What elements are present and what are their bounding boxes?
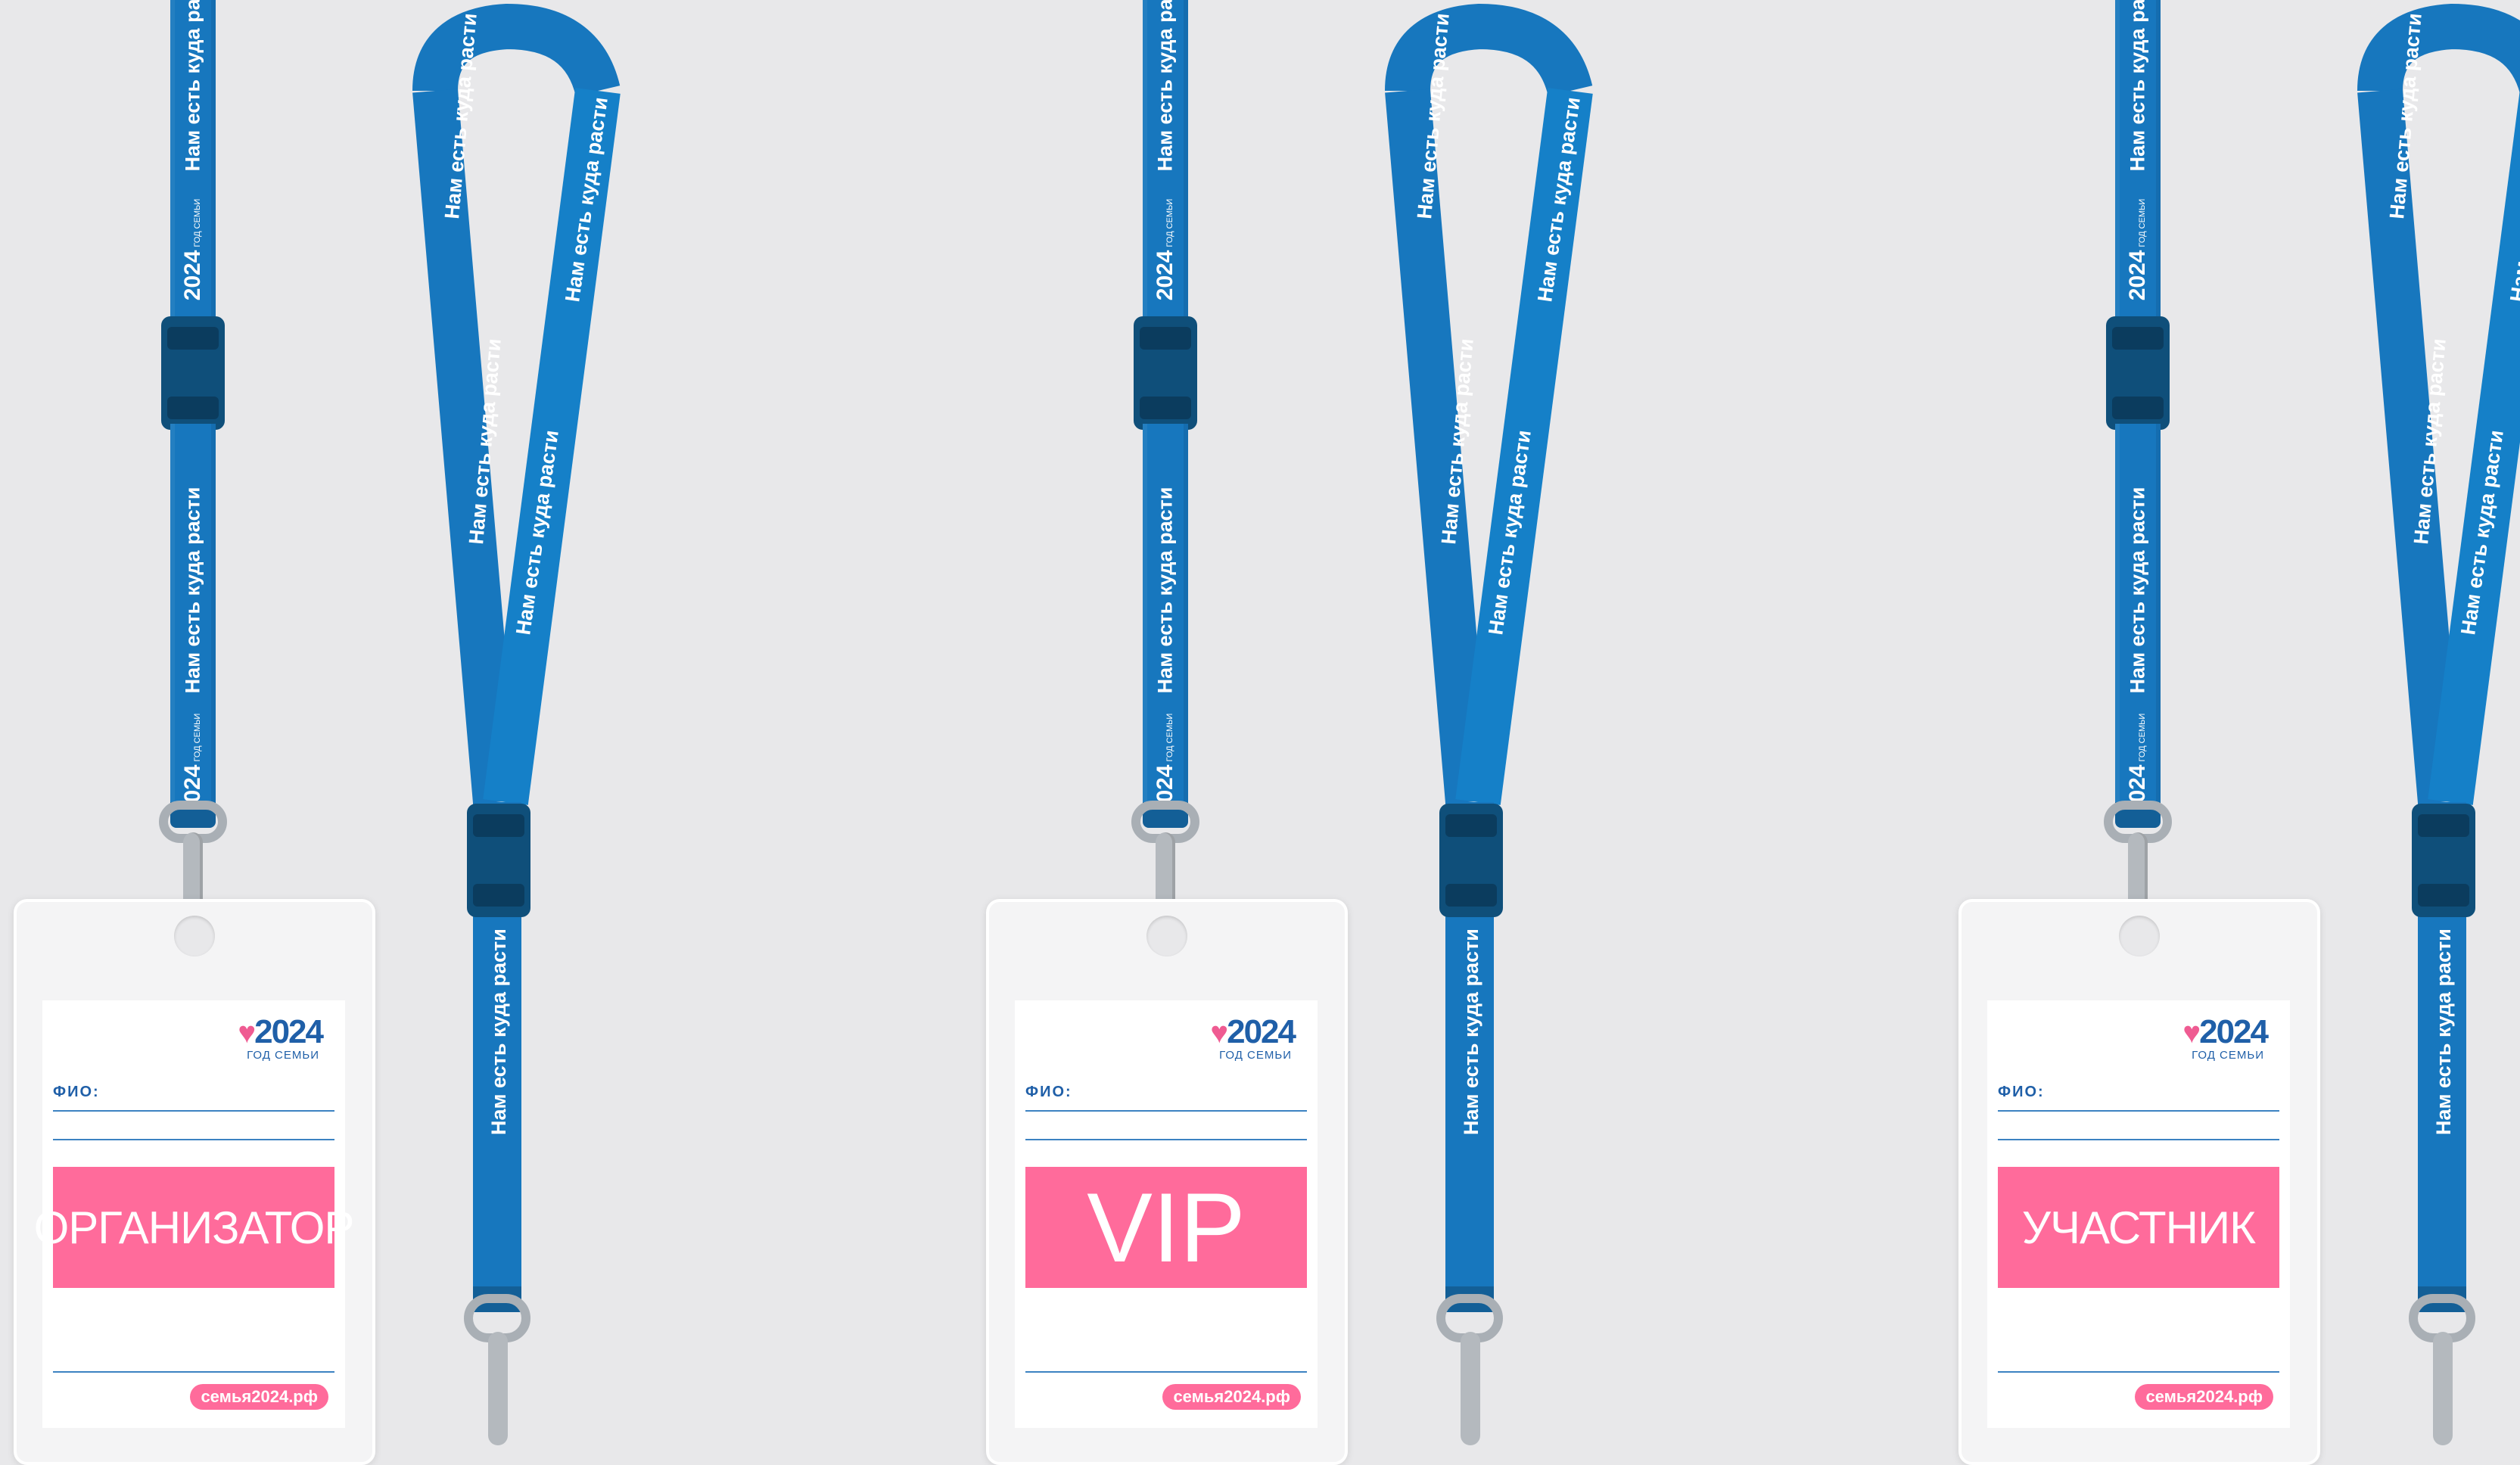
logo-year: 2024 (254, 1013, 324, 1050)
site-pill: семья2024.рф (1162, 1384, 1301, 1410)
site-pill: семья2024.рф (2135, 1384, 2273, 1410)
name-line (1025, 1139, 1307, 1140)
logo-year: 2024 (1227, 1013, 1296, 1050)
footer-line (1998, 1371, 2279, 1373)
footer-line (1025, 1371, 1307, 1373)
heart-icon: ♥ (238, 1016, 256, 1050)
fio-label: ФИО: (1998, 1084, 2045, 1100)
footer-line (53, 1371, 334, 1373)
role-text: VIP (1087, 1172, 1246, 1283)
badge-hole (2119, 916, 2160, 956)
badge-logo: ♥2024 ГОД СЕМЬИ (238, 1013, 324, 1062)
name-line (1025, 1110, 1307, 1112)
badge-card: ♥2024 ГОД СЕМЬИ ФИО: VIP семья2024.рф (1015, 1000, 1318, 1428)
badge-holder: ♥2024 ГОД СЕМЬИ ФИО: УЧАСТНИК семья2024.… (1958, 899, 2320, 1465)
mockup-participant: Нам есть куда расти 2024ГОД СЕМЬИ Нам ес… (1945, 0, 2520, 1465)
loop-slogan: Нам есть куда расти (1460, 928, 1482, 1135)
logo-subtitle: ГОД СЕМЬИ (1219, 1049, 1292, 1062)
name-line (1998, 1139, 2279, 1140)
logo-subtitle: ГОД СЕМЬИ (247, 1049, 319, 1062)
role-text: ОРГАНИЗАТОР (33, 1202, 355, 1253)
mockup-organizer: Нам есть куда расти 2024ГОД СЕМЬИ Нам ес… (0, 0, 972, 1465)
name-line (53, 1110, 334, 1112)
badge-holder: ♥2024 ГОД СЕМЬИ ФИО: ОРГАНИЗАТОР семья20… (14, 899, 375, 1465)
loop-slogan: Нам есть куда расти (2432, 928, 2455, 1135)
role-banner: УЧАСТНИК (1998, 1167, 2279, 1288)
role-banner: ОРГАНИЗАТОР (34, 1167, 354, 1288)
site-pill: семья2024.рф (190, 1384, 328, 1410)
role-text: УЧАСТНИК (2021, 1202, 2256, 1253)
fio-label: ФИО: (53, 1084, 100, 1100)
mockup-vip: Нам есть куда расти 2024ГОД СЕМЬИ Нам ес… (972, 0, 1945, 1465)
lanyard-mockup-scene: Нам есть куда расти 2024ГОД СЕМЬИ Нам ес… (0, 0, 2520, 1465)
badge-holder: ♥2024 ГОД СЕМЬИ ФИО: VIP семья2024.рф (986, 899, 1348, 1465)
name-line (1998, 1110, 2279, 1112)
badge-hole (1146, 916, 1187, 956)
role-banner: VIP (1025, 1167, 1307, 1288)
heart-icon: ♥ (1210, 1016, 1228, 1050)
name-line (53, 1139, 334, 1140)
logo-subtitle: ГОД СЕМЬИ (2192, 1049, 2264, 1062)
logo-year: 2024 (2199, 1013, 2269, 1050)
badge-logo: ♥2024 ГОД СЕМЬИ (2182, 1013, 2269, 1062)
badge-card: ♥2024 ГОД СЕМЬИ ФИО: УЧАСТНИК семья2024.… (1987, 1000, 2290, 1428)
fio-label: ФИО: (1025, 1084, 1072, 1100)
heart-icon: ♥ (2182, 1016, 2201, 1050)
badge-hole (174, 916, 215, 956)
loop-slogan: Нам есть куда расти (487, 928, 510, 1135)
badge-card: ♥2024 ГОД СЕМЬИ ФИО: ОРГАНИЗАТОР семья20… (34, 1000, 354, 1428)
badge-logo: ♥2024 ГОД СЕМЬИ (1210, 1013, 1296, 1062)
